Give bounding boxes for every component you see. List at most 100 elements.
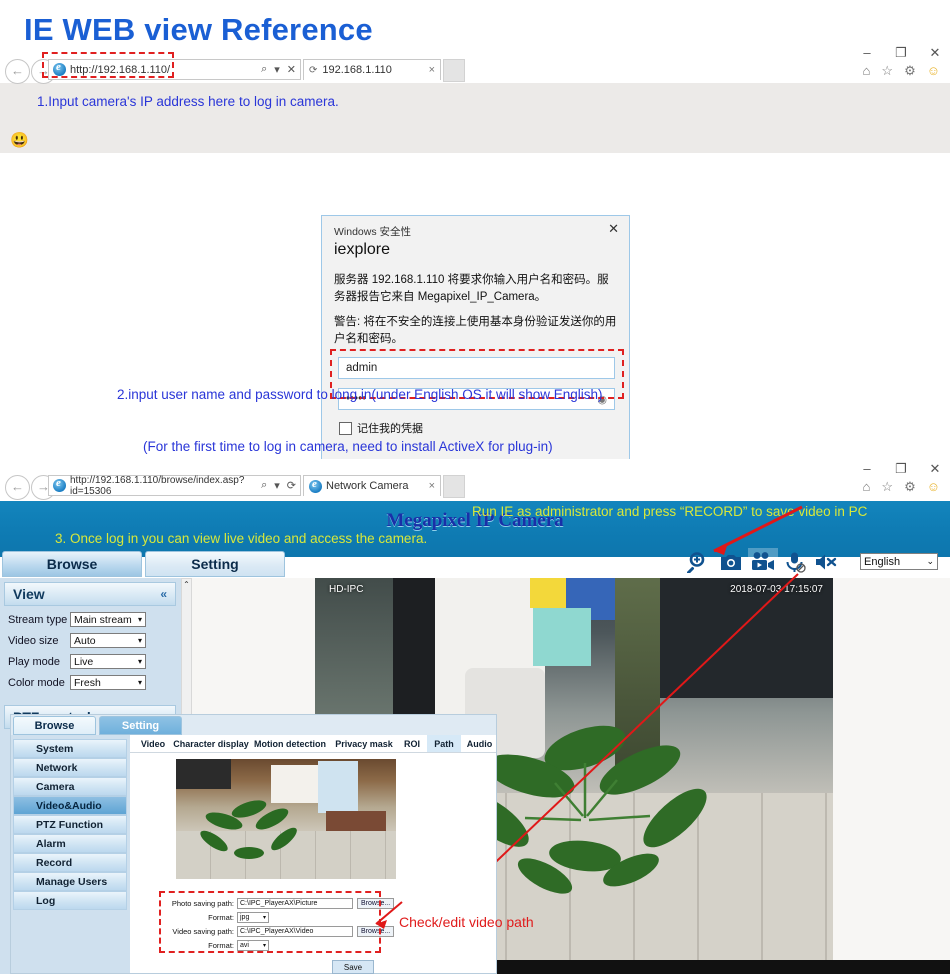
language-select[interactable]: English ⌄ xyxy=(860,553,938,570)
mute-icon[interactable] xyxy=(812,548,842,576)
tab-label: 192.168.1.110 xyxy=(322,64,392,76)
subtab-privacy-mask[interactable]: Privacy mask xyxy=(331,735,397,752)
search-icon[interactable]: ⌕ xyxy=(261,63,267,76)
subtab-roi[interactable]: ROI xyxy=(399,735,425,752)
search-icon-2[interactable]: ⌕ xyxy=(261,479,267,492)
nav-item-camera[interactable]: Camera xyxy=(13,777,127,796)
browser-chrome-top-2: – ❐ ✕ ⌂ ☆ ⚙ ☺ ← → http://192.168.1.110/b… xyxy=(0,459,950,501)
play-mode-value: Live xyxy=(74,655,94,668)
remember-credentials-label: 记住我的凭据 xyxy=(357,423,423,435)
home-icon-2[interactable]: ⌂ xyxy=(863,479,871,495)
annotation-step-2: 2.input user name and password to long i… xyxy=(117,387,603,402)
favorites-icon[interactable]: ☆ xyxy=(881,63,893,79)
save-button[interactable]: Save xyxy=(332,960,374,974)
subtab-motion-detection[interactable]: Motion detection xyxy=(251,735,329,752)
new-tab-button-2[interactable] xyxy=(443,475,465,498)
scroll-up-arrow[interactable]: ⌃ xyxy=(182,579,191,590)
restore-button-2[interactable]: ❐ xyxy=(894,461,908,477)
color-mode-value: Fresh xyxy=(74,676,101,689)
highlight-path-fields xyxy=(159,891,381,953)
field-label: Video size xyxy=(8,634,59,647)
main-tab-browse[interactable]: Browse xyxy=(2,551,142,577)
settings-tab-setting[interactable]: Setting xyxy=(99,716,182,735)
ie-window-login: – ❐ ✕ ⌂ ☆ ⚙ ☺ ← → http://192.168.1.110/ … xyxy=(0,43,950,501)
chevron-down-icon-play: ▾ xyxy=(137,657,142,666)
nav-item-system[interactable]: System xyxy=(13,739,127,758)
nav-item-ptz-function[interactable]: PTZ Function xyxy=(13,815,127,834)
smiley-icon[interactable]: ☺ xyxy=(927,63,940,79)
tab-close-icon-2[interactable]: × xyxy=(429,480,435,492)
highlight-address-bar xyxy=(42,52,174,78)
smiley-icon-2[interactable]: ☺ xyxy=(927,479,940,495)
close-button[interactable]: ✕ xyxy=(928,45,942,61)
dialog-body-text-2: 警告: 将在不安全的连接上使用基本身份验证发送你的用户名和密码。 xyxy=(334,316,617,346)
address-bar-2[interactable]: http://192.168.1.110/browse/index.asp?id… xyxy=(48,475,301,497)
color-mode-select[interactable]: Fresh ▾ xyxy=(70,675,146,690)
chrome-icon-row-2: ⌂ ☆ ⚙ ☺ xyxy=(863,479,940,495)
field-play-mode: Play mode Live ▾ xyxy=(8,654,146,669)
subtab-character-display[interactable]: Character display xyxy=(173,735,249,752)
stop-icon[interactable]: ✕ xyxy=(287,63,296,76)
nav-item-video-audio[interactable]: Video&Audio xyxy=(13,796,127,815)
dialog-header-title: Windows 安全性 xyxy=(334,226,412,238)
ie-logo-icon-2 xyxy=(53,477,66,492)
restore-button[interactable]: ❐ xyxy=(894,45,908,61)
view-panel-header[interactable]: View « xyxy=(4,582,176,606)
new-tab-button[interactable] xyxy=(443,59,465,82)
zoom-icon[interactable] xyxy=(684,548,714,576)
back-button[interactable]: ← xyxy=(5,59,30,84)
subtab-video[interactable]: Video xyxy=(135,735,171,752)
video-size-select[interactable]: Auto ▾ xyxy=(70,633,146,648)
field-label: Color mode xyxy=(8,676,65,689)
main-tab-setting[interactable]: Setting xyxy=(145,551,285,577)
language-value: English xyxy=(864,555,901,568)
bottom-strip xyxy=(497,960,950,974)
chevron-up-icon[interactable]: « xyxy=(160,587,167,601)
chevron-down-icon[interactable]: ▾ xyxy=(274,63,280,76)
tab-ie-icon xyxy=(309,478,322,493)
settings-tab-browse[interactable]: Browse xyxy=(13,716,96,735)
field-color-mode: Color mode Fresh ▾ xyxy=(8,675,146,690)
favorites-icon-2[interactable]: ☆ xyxy=(881,479,893,495)
play-mode-select[interactable]: Live ▾ xyxy=(70,654,146,669)
gear-icon-2[interactable]: ⚙ xyxy=(904,479,916,495)
minimize-button-2[interactable]: – xyxy=(860,461,874,477)
back-button-2[interactable]: ← xyxy=(5,475,30,500)
chrome-icon-row-1: ⌂ ☆ ⚙ ☺ xyxy=(863,63,940,79)
smiley-annotation-icon: 😃 xyxy=(10,132,29,149)
browser-tab-1[interactable]: ⟳ 192.168.1.110 × xyxy=(303,59,441,80)
nav-item-record[interactable]: Record xyxy=(13,853,127,872)
chevron-down-icon-stream: ▾ xyxy=(137,615,142,624)
field-video-size: Video size Auto ▾ xyxy=(8,633,146,648)
tab-label-2: Network Camera xyxy=(326,480,409,492)
nav-item-manage-users[interactable]: Manage Users xyxy=(13,872,127,891)
chevron-down-icon-lang: ⌄ xyxy=(926,556,934,566)
browser-tab-2[interactable]: Network Camera × xyxy=(303,475,441,496)
stream-type-select[interactable]: Main stream ▾ xyxy=(70,612,146,627)
home-icon[interactable]: ⌂ xyxy=(863,63,871,79)
gear-icon[interactable]: ⚙ xyxy=(904,63,916,79)
window-controls-2: – ❐ ✕ xyxy=(860,461,942,477)
nav-item-network[interactable]: Network xyxy=(13,758,127,777)
close-button-2[interactable]: ✕ xyxy=(928,461,942,477)
subtab-path[interactable]: Path xyxy=(427,735,461,752)
mic-icon[interactable] xyxy=(780,548,810,576)
address-bar-actions-1: ⌕ ▾ ✕ xyxy=(261,63,296,76)
nav-item-alarm[interactable]: Alarm xyxy=(13,834,127,853)
chevron-down-icon-2[interactable]: ▾ xyxy=(274,479,280,492)
dialog-close-icon[interactable]: ✕ xyxy=(608,221,619,237)
remember-credentials-checkbox[interactable] xyxy=(339,422,352,435)
dialog-app-name: iexplore xyxy=(334,241,391,258)
tab-loading-icon: ⟳ xyxy=(309,64,318,76)
subtab-audio[interactable]: Audio xyxy=(463,735,496,752)
record-icon[interactable] xyxy=(748,548,778,576)
minimize-button[interactable]: – xyxy=(860,45,874,61)
annotation-step-1: 1.Input camera's IP address here to log … xyxy=(37,94,339,109)
refresh-icon-2[interactable]: ⟳ xyxy=(287,479,296,492)
view-panel-title: View xyxy=(13,586,45,602)
tab-close-icon[interactable]: × xyxy=(429,64,435,76)
chevron-down-icon-size: ▾ xyxy=(137,636,142,645)
snapshot-icon[interactable] xyxy=(716,548,746,576)
nav-item-log[interactable]: Log xyxy=(13,891,127,910)
video-toolbar xyxy=(684,548,842,576)
